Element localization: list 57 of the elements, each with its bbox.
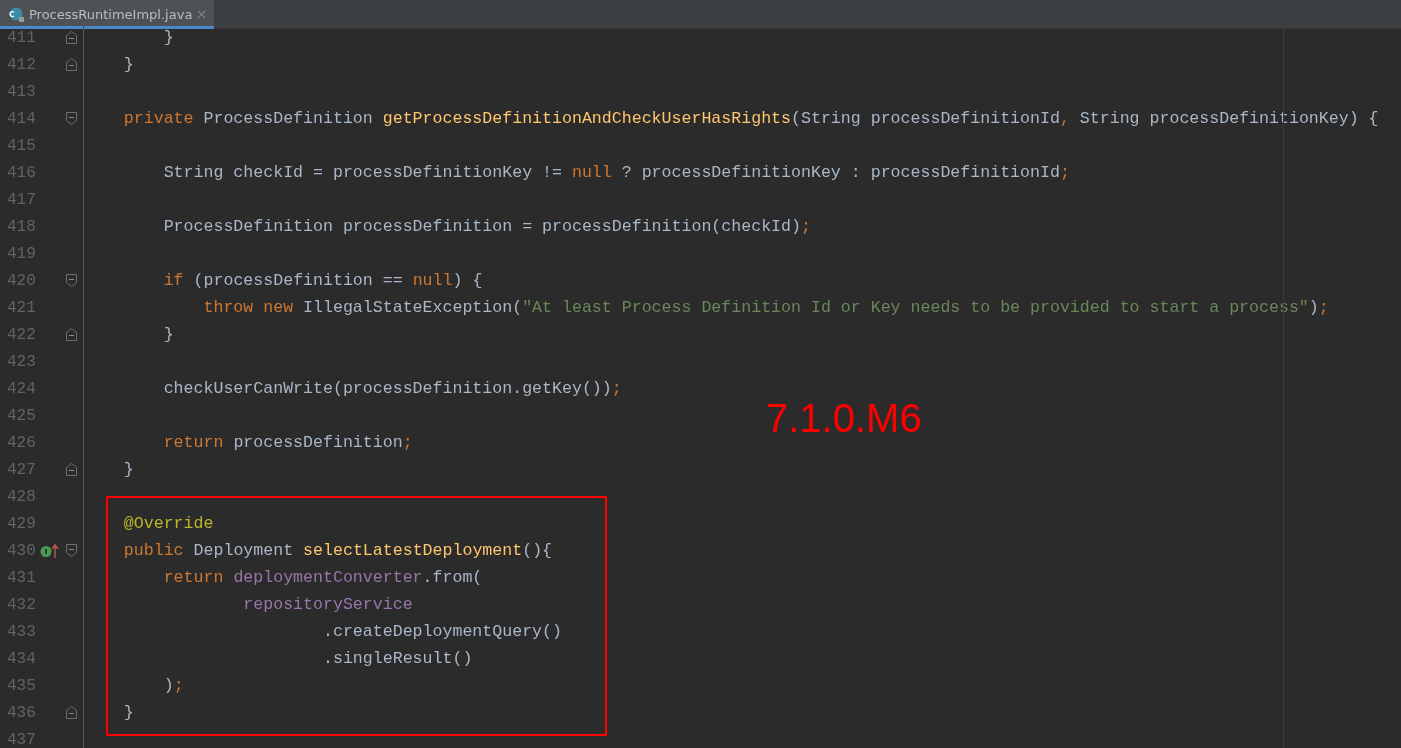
line-number: 428 bbox=[6, 487, 37, 506]
line-number: 417 bbox=[6, 190, 37, 209]
code-line: } bbox=[162, 325, 174, 344]
code-line: private ProcessDefinition getProcessDefinitionAndCheckUserHasRights(String processDefinitionId, String processDefinitionKey) { bbox=[122, 109, 1379, 128]
class-file-icon bbox=[9, 7, 24, 22]
file-tab[interactable]: ProcessRuntimeImpl.java bbox=[0, 0, 215, 29]
fold-icon[interactable] bbox=[66, 274, 77, 287]
line-number: 429 bbox=[6, 514, 37, 533]
line-number: 427 bbox=[6, 460, 37, 479]
code-line: if (processDefinition == null) { bbox=[162, 271, 483, 290]
line-number: 432 bbox=[6, 595, 37, 614]
code-line: @Override bbox=[122, 514, 214, 533]
line-number: 413 bbox=[6, 82, 37, 101]
fold-icon[interactable] bbox=[66, 112, 77, 125]
line-number: 436 bbox=[6, 703, 37, 722]
code-line: ProcessDefinition processDefinition = processDefinition(checkId); bbox=[162, 217, 811, 236]
code-line: } bbox=[122, 55, 134, 74]
code-line: .createDeploymentQuery() bbox=[322, 622, 562, 641]
line-number: 421 bbox=[6, 298, 37, 317]
line-number: 416 bbox=[6, 163, 37, 182]
line-number: 412 bbox=[6, 55, 37, 74]
code-line: .singleResult() bbox=[322, 649, 473, 668]
line-number: 437 bbox=[6, 730, 37, 748]
line-number: 419 bbox=[6, 244, 37, 263]
line-number: 426 bbox=[6, 433, 37, 452]
unfold-icon[interactable] bbox=[66, 463, 77, 476]
line-number: 433 bbox=[6, 622, 37, 641]
line-number: 430 bbox=[6, 541, 37, 560]
line-number: 425 bbox=[6, 406, 37, 425]
line-number: 415 bbox=[6, 136, 37, 155]
line-number: 420 bbox=[6, 271, 37, 290]
line-number: 418 bbox=[6, 217, 37, 236]
line-number: 434 bbox=[6, 649, 37, 668]
code-line: } bbox=[122, 460, 134, 479]
code-line: repositoryService bbox=[242, 595, 413, 614]
unfold-icon[interactable] bbox=[66, 31, 77, 44]
line-number: 414 bbox=[6, 109, 37, 128]
line-number: 435 bbox=[6, 676, 37, 695]
unfold-icon[interactable] bbox=[66, 706, 77, 719]
code-line: checkUserCanWrite(processDefinition.getKey()); bbox=[162, 379, 622, 398]
code-line: public Deployment selectLatestDeployment(){ bbox=[122, 541, 553, 560]
unfold-icon[interactable] bbox=[66, 328, 77, 341]
unfold-icon[interactable] bbox=[66, 58, 77, 71]
code-line: } bbox=[122, 703, 134, 722]
code-line: String checkId = processDefinitionKey != null ? processDefinitionKey : processDefinitionId; bbox=[162, 163, 1070, 182]
code-line: throw new IllegalStateException("At least Process Definition Id or Key needs to be provided to start a process"); bbox=[202, 298, 1329, 317]
line-number: 423 bbox=[6, 352, 37, 371]
line-number: 424 bbox=[6, 379, 37, 398]
version-label: 7.1.0.M6 bbox=[766, 398, 922, 438]
line-number: 411 bbox=[6, 28, 37, 47]
code-line: return processDefinition; bbox=[162, 433, 413, 452]
code-line: return deploymentConverter.from( bbox=[162, 568, 483, 587]
line-number: 431 bbox=[6, 568, 37, 587]
code-line: } bbox=[162, 28, 174, 47]
code-line: ); bbox=[162, 676, 184, 695]
line-number: 422 bbox=[6, 325, 37, 344]
fold-icon[interactable] bbox=[66, 544, 77, 557]
